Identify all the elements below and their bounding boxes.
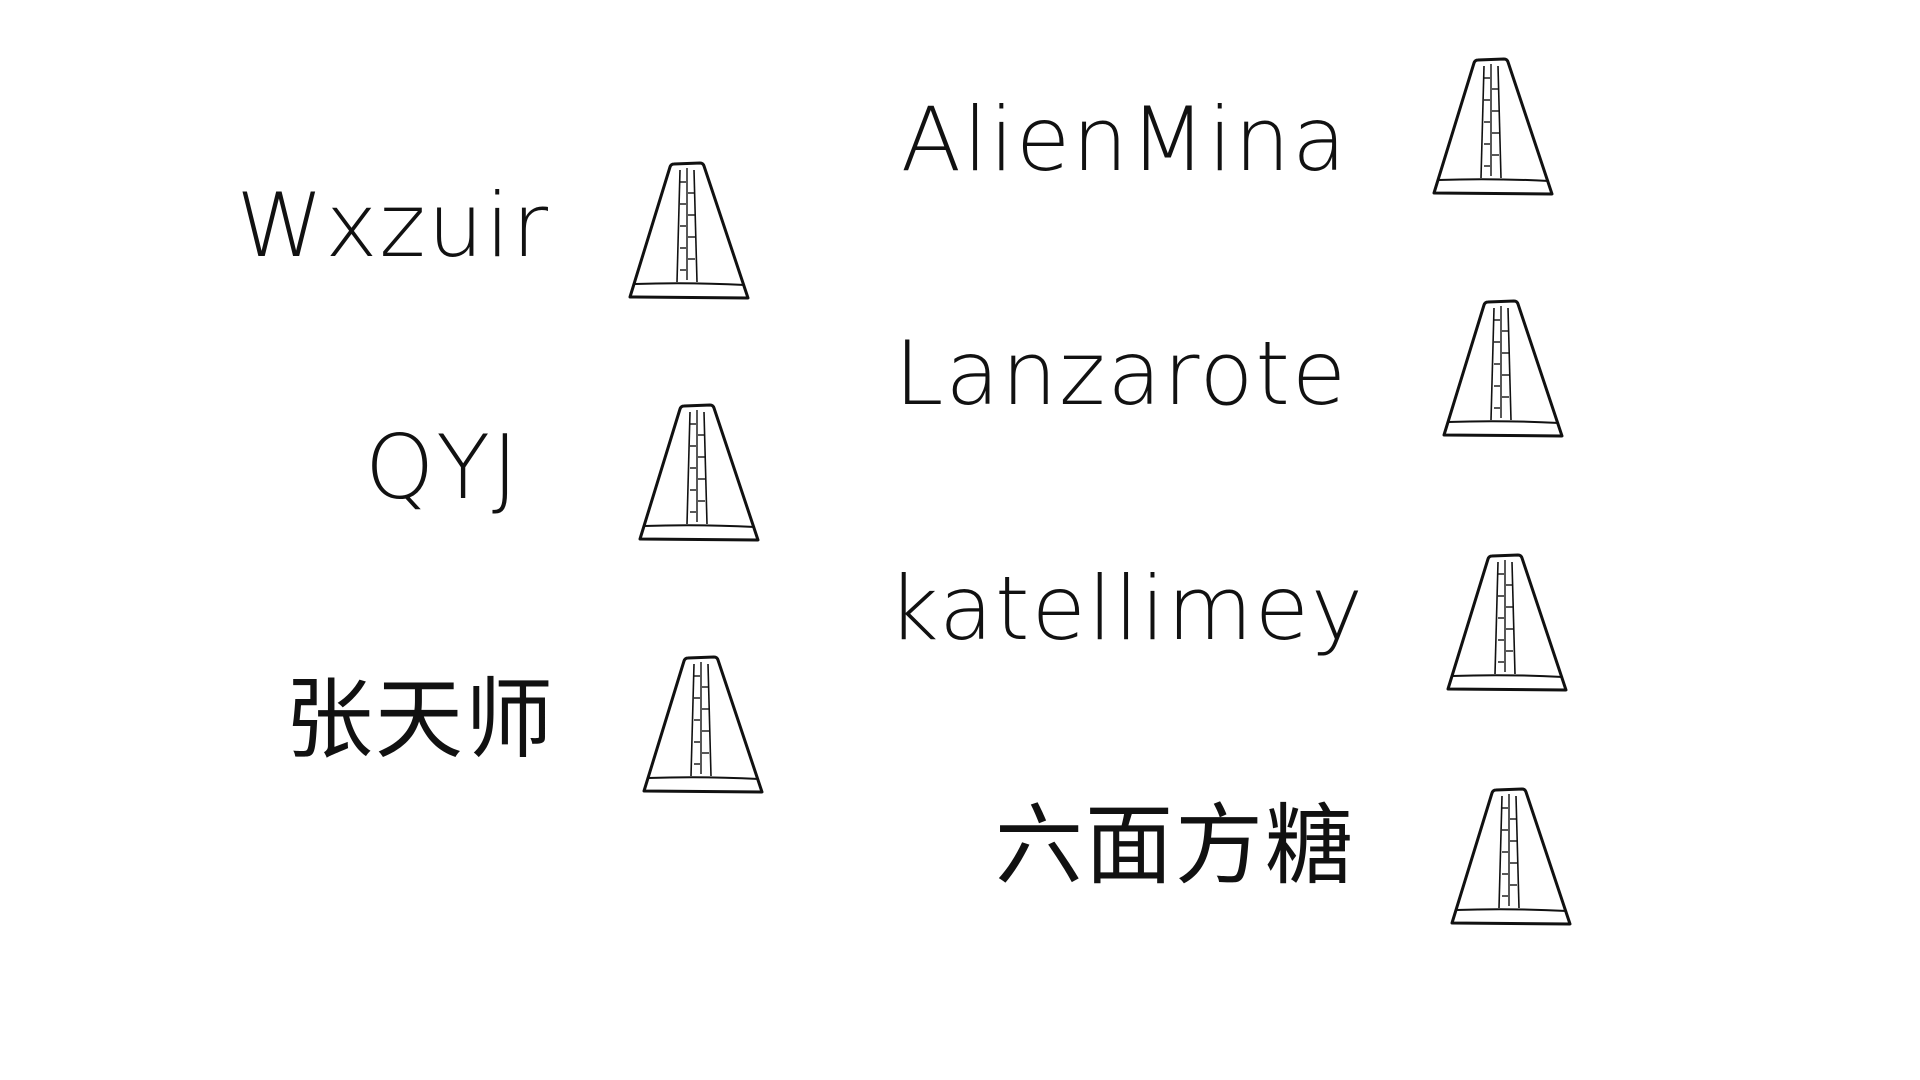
- metronome-icon: [1450, 786, 1572, 928]
- metronome-icon: [1442, 298, 1564, 440]
- metronome-icon: [1432, 56, 1554, 198]
- name-katellimey: katellimey: [887, 557, 1365, 660]
- name-qyj: QYJ: [365, 416, 520, 519]
- metronome-icon: [628, 160, 750, 302]
- name-wxzuir: Wxzuir: [236, 174, 550, 277]
- metronome-icon: [642, 654, 764, 796]
- name-zhangtianshi: 张天师: [284, 668, 555, 771]
- name-liumianfangtang: 六面方糖: [994, 794, 1355, 897]
- name-alienmina: AlienMina: [900, 88, 1348, 191]
- name-lanzarote: Lanzarote: [894, 322, 1348, 425]
- metronome-icon: [638, 402, 760, 544]
- metronome-icon: [1446, 552, 1568, 694]
